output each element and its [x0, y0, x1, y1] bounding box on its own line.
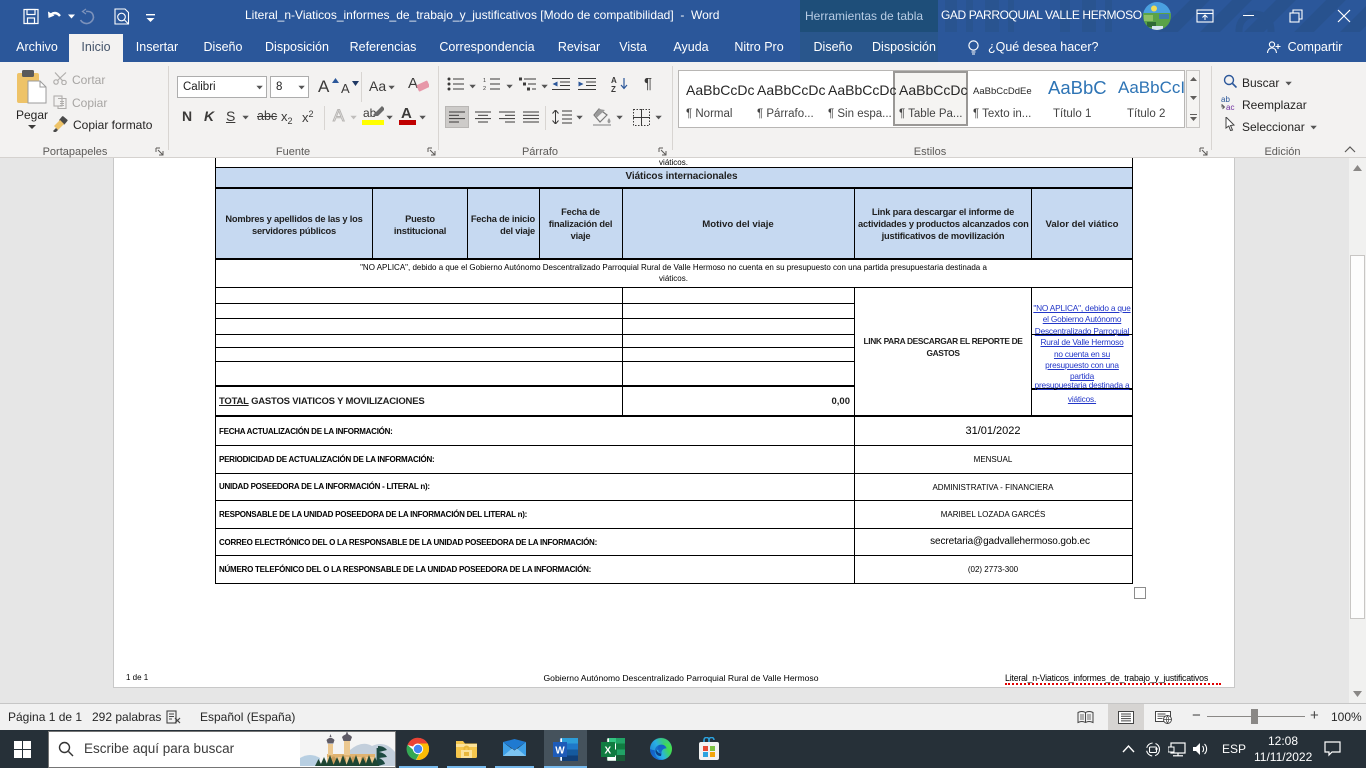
svg-text:A: A	[611, 76, 617, 85]
svg-text:W: W	[555, 746, 565, 757]
svg-text:ac: ac	[1226, 103, 1234, 110]
svg-text:2: 2	[483, 86, 486, 91]
svg-text:X: X	[605, 746, 612, 757]
svg-text:Z: Z	[611, 85, 616, 92]
svg-text:1: 1	[483, 78, 486, 84]
